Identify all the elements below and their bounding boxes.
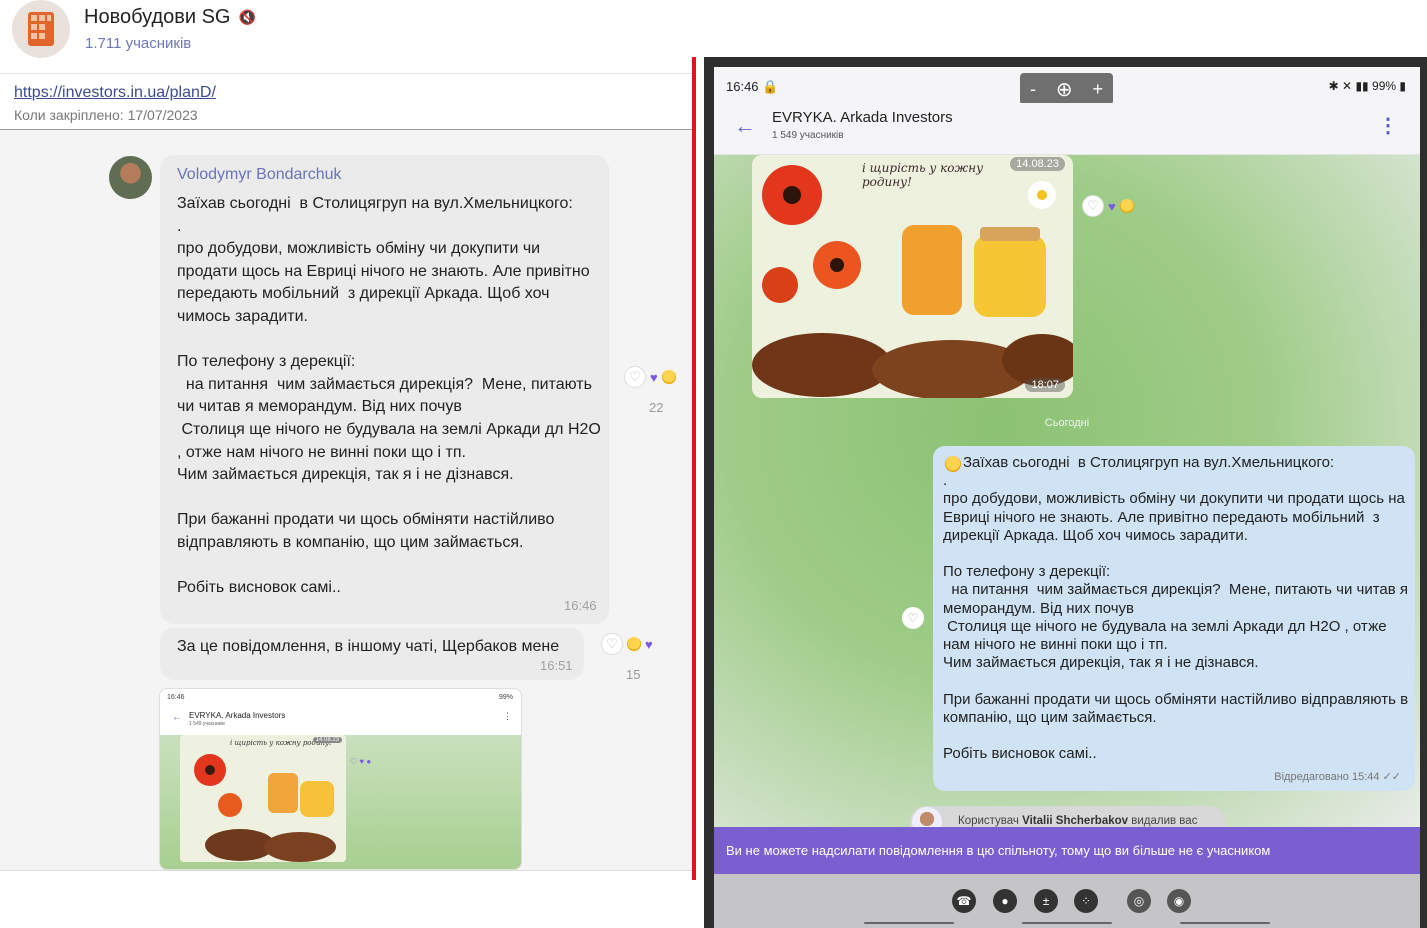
notice-user: Vitalii Shcherbakov [1022,815,1129,827]
nav-indicator [1022,922,1112,924]
chat-messages[interactable]: і щирість у кожну родину! 14.08.23 18:07… [714,155,1420,827]
status-time: 16:46 🔒 [726,79,778,95]
image-caption: і щирість у кожну родину! [862,161,984,189]
zoom-out-button[interactable]: - [1030,79,1036,100]
reaction-count: 15 [626,667,641,682]
pinned-message[interactable]: https://investors.in.ua/planD/ Коли закр… [0,74,692,130]
phone-screen: 16:46 🔒 ✱ ✕ ▮▮ 99% ▮ - ⊕ + ← EVRYKA. Ark… [714,67,1420,928]
phone-screenshot: 16:46 🔒 ✱ ✕ ▮▮ 99% ▮ - ⊕ + ← EVRYKA. Ark… [704,57,1427,928]
message-bubble[interactable]: Volodymyr Bondarchuk Заїхав сьогодні в С… [160,155,609,624]
avatar [912,807,942,827]
chat-members: 1 549 учасників [772,130,844,141]
chrome-icon[interactable]: ◎ [1127,889,1151,913]
channel-title-text: Новобудови SG [84,6,231,28]
message-bubble[interactable]: Заїхав сьогодні в Столицягруп на вул.Хме… [933,446,1415,791]
image-date: 14.08.23 [1010,157,1065,171]
pinned-link[interactable]: https://investors.in.ua/planD/ [14,84,216,102]
notice-suffix: видалив вас [1131,815,1198,827]
read-check-icon: ✓✓ [1382,771,1401,783]
date-separator: Сьогодні [1044,417,1090,429]
left-chat-panel: Новобудови SG 🔇 1.711 учасників https://… [0,0,692,928]
author-name[interactable]: Volodymyr Bondarchuk [177,166,342,184]
heart-outline-icon[interactable]: ♡ [902,607,924,629]
removed-banner: Ви не можете надсилати повідомлення в цю… [714,827,1420,874]
more-icon: ⋮ [503,711,512,721]
zoom-controls[interactable]: - ⊕ + [1020,73,1113,105]
thumb-reactions: ♡ ♥ ● [350,757,372,766]
purple-heart-icon[interactable]: ♥ [645,637,653,652]
purple-heart-icon[interactable]: ♥ [650,370,658,385]
reaction-count: 22 [649,400,664,415]
heart-outline-icon[interactable]: ♡ [624,366,646,388]
heart-outline-icon[interactable]: ♡ [1082,195,1104,217]
banner-text: Ви не можете надсилати повідомлення в цю… [726,843,1271,858]
back-arrow-icon: ← [172,712,182,723]
phone-icon[interactable]: ☎ [952,889,976,913]
message-list[interactable]: Volodymyr Bondarchuk Заїхав сьогодні в С… [0,130,692,870]
taskbar: ☎ ● ± ⁘ ◎ ◉ [714,874,1420,928]
channel-title[interactable]: Новобудови SG 🔇 [84,6,256,29]
back-arrow-icon[interactable]: ← [734,113,756,139]
image-message[interactable]: і щирість у кожну родину! 14.08.23 18:07 [752,155,1073,398]
members-count: 1.711 учасників [85,35,192,52]
message-time: 16:51 [540,658,573,673]
bluetooth-icon: ✱ [1328,79,1339,93]
thumb-status: 99% [498,694,513,701]
battery-level: 99% [1372,79,1397,93]
status-time-text: 16:46 [726,79,759,94]
message-text: Заїхав сьогодні в Столицягруп на вул.Хме… [943,454,1409,763]
message-text: Заїхав сьогодні в Столицягруп на вул.Хме… [177,195,601,597]
battery-icon: ▮ [1399,79,1406,93]
more-menu-icon[interactable]: ⋮ [1378,113,1398,138]
laugh-emoji-icon[interactable] [661,370,676,384]
composer-area [0,870,692,928]
thumb-image: і щирість у кожну родину! 14.08.23 [180,735,346,862]
laugh-emoji-icon[interactable] [1119,199,1134,213]
divider-line [692,57,696,880]
message-time: 16:46 [564,598,597,613]
notice-text: Користувач Vitalii Shcherbakov видалив в… [958,815,1197,827]
thumb-title: EVRYKA. Arkada Investors [189,711,286,720]
thumb-date: 14.08.23 [312,737,342,743]
zoom-in-button[interactable]: + [1093,79,1104,100]
status-icons: ✱ ✕ ▮▮ 99% ▮ [1329,79,1406,93]
message-bubble[interactable]: За це повідомлення, в іншому чаті, Щерба… [160,628,584,680]
messenger-icon[interactable]: ◉ [1167,889,1191,913]
edited-time: Відредаговано 15:44 [1274,771,1380,783]
reactions[interactable]: ♡ ♥ [601,633,653,655]
thumb-subtitle: 1 549 учасників [189,721,225,727]
heart-outline-icon[interactable]: ♡ [601,633,623,655]
message-text: За це повідомлення, в іншому чаті, Щерба… [177,638,560,655]
reactions[interactable]: ♡ ♥ [624,366,676,388]
lock-icon: 🔒 [762,79,779,94]
system-notice: Користувач Vitalii Shcherbakov видалив в… [910,806,1226,827]
channel-header: Новобудови SG 🔇 1.711 учасників [0,0,692,74]
zoom-icon[interactable]: ⊕ [1056,77,1073,102]
pinned-date: Коли закріплено: 17/07/2023 [14,107,198,123]
image-reactions[interactable]: ♡ ♥ [1082,195,1134,217]
purple-heart-icon[interactable]: ♥ [1108,199,1116,214]
screenshot-attachment[interactable]: 16:46 99% ← EVRYKA. Arkada Investors 1 5… [159,688,522,870]
calculator-icon[interactable]: ± [1034,889,1058,913]
contacts-icon[interactable]: ● [993,889,1017,913]
apps-grid-icon[interactable]: ⁘ [1074,889,1098,913]
avatar[interactable] [109,156,152,199]
chat-title[interactable]: EVRYKA. Arkada Investors [772,109,953,126]
thumb-time: 16:46 [167,694,185,701]
mute-icon: ✕ [1342,79,1353,93]
channel-avatar[interactable] [12,0,70,58]
image-time: 18:07 [1025,378,1065,392]
message-footer: Відредаговано 15:44 ✓✓ [1274,770,1401,783]
thumb-chat: і щирість у кожну родину! 14.08.23 ♡ ♥ ● [160,735,521,869]
mute-icon: 🔇 [238,9,256,25]
notice-prefix: Користувач [958,815,1019,827]
chat-header: ← EVRYKA. Arkada Investors 1 549 учасник… [714,103,1420,155]
nav-indicator [1180,922,1270,924]
nav-indicator [864,922,954,924]
laugh-emoji-icon[interactable] [627,637,641,651]
signal-icon: ▮▮ [1355,79,1369,93]
greeting-image [752,155,1073,398]
